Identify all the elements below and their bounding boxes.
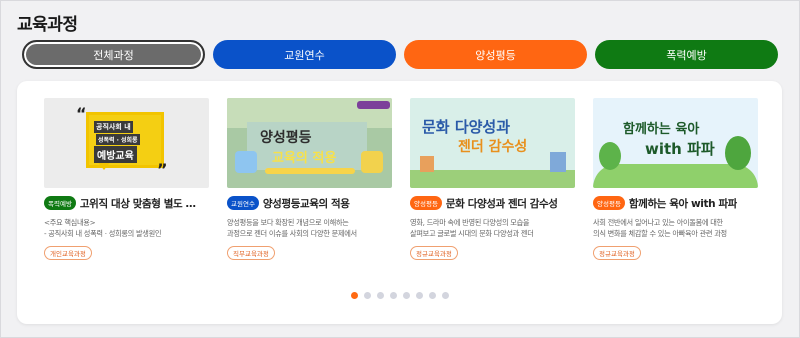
tab-teacher-training[interactable]: 교원연수 xyxy=(213,40,396,69)
desc-line: 양성평등을 보다 확장된 개념으로 이해하는 xyxy=(227,218,349,227)
desc-line: <주요 핵심내용> xyxy=(44,218,96,227)
course-description: 양성평등을 보다 확장된 개념으로 이해하는 과정으로 젠더 이슈를 사회의 다… xyxy=(227,217,392,239)
course-title[interactable]: 문화 다양성과 젠더 감수성 xyxy=(446,196,558,211)
course-thumbnail[interactable]: 문화 다양성과 젠더 감수성 xyxy=(410,98,575,188)
desc-line: 살펴보고 글로벌 시대의 문화 다양성과 젠더 xyxy=(410,229,534,238)
building-icon xyxy=(550,152,566,172)
course-thumbnail[interactable]: 함께하는 육아 with 파파 xyxy=(593,98,758,188)
quote-close-icon: ” xyxy=(157,160,168,179)
pagination-dot[interactable] xyxy=(364,292,371,299)
course-title[interactable]: 고위직 대상 맞춤형 별도 … xyxy=(80,196,196,211)
thumb-text: 성폭력 · 성희롱 xyxy=(96,134,140,145)
pagination-dot[interactable] xyxy=(351,292,358,299)
category-badge: 교원연수 xyxy=(227,196,259,210)
category-badge: 양성평등 xyxy=(593,196,625,210)
thumb-text: 예방교육 xyxy=(94,146,137,163)
course-card[interactable]: “ ” 공직사회 내 성폭력 · 성희롱 예방교육 폭력예방 고위직 대상 맞춤… xyxy=(44,98,209,260)
course-type-tag: 정규교육과정 xyxy=(593,246,641,260)
thumb-label-chip xyxy=(357,101,390,109)
course-type-tag: 개인교육과정 xyxy=(44,246,92,260)
pagination-dot[interactable] xyxy=(377,292,384,299)
course-type-tag: 직무교육과정 xyxy=(227,246,275,260)
tab-all-courses[interactable]: 전체과정 xyxy=(22,40,205,69)
building-icon xyxy=(420,156,434,172)
pagination-dot[interactable] xyxy=(403,292,410,299)
desc-line: - 공직사회 내 성폭력 · 성희롱의 발생원인 xyxy=(44,229,162,238)
course-card[interactable]: 양성평등 교육의 적용 교원연수 양성평등교육의 적용 양성평등을 보다 확장된… xyxy=(227,98,392,260)
course-description: 사회 전반에서 일어나고 있는 아이돌봄에 대한 의식 변화를 체감할 수 있는… xyxy=(593,217,758,239)
course-type-tag: 정규교육과정 xyxy=(410,246,458,260)
course-card[interactable]: 문화 다양성과 젠더 감수성 양성평등 문화 다양성과 젠더 감수성 영화, 드… xyxy=(410,98,575,260)
course-card[interactable]: 함께하는 육아 with 파파 양성평등 함께하는 육아 with 파파 사회 … xyxy=(593,98,758,260)
tree-icon xyxy=(725,136,751,170)
quote-open-icon: “ xyxy=(76,104,87,123)
category-tabs: 전체과정 교원연수 양성평등 폭력예방 xyxy=(22,40,779,70)
pagination-dot[interactable] xyxy=(442,292,449,299)
thumb-text: with 파파 xyxy=(645,140,715,158)
pagination-dot[interactable] xyxy=(416,292,423,299)
course-description: <주요 핵심내용> - 공직사회 내 성폭력 · 성희롱의 발생원인 xyxy=(44,217,209,239)
course-title[interactable]: 양성평등교육의 적용 xyxy=(263,196,350,211)
desc-line: 사회 전반에서 일어나고 있는 아이돌봄에 대한 xyxy=(593,218,723,227)
thumb-text: 함께하는 육아 xyxy=(623,122,700,137)
tab-gender-equality[interactable]: 양성평등 xyxy=(404,40,587,69)
thumb-text: 문화 다양성과 xyxy=(422,118,511,136)
thumb-text: 젠더 감수성 xyxy=(458,139,528,155)
tab-violence-prevention[interactable]: 폭력예방 xyxy=(595,40,778,69)
course-thumbnail[interactable]: 양성평등 교육의 적용 xyxy=(227,98,392,188)
thumb-text: 공직사회 내 xyxy=(94,121,133,133)
thumb-text: 교육의 적용 xyxy=(272,151,337,166)
desc-line: 영화, 드라마 속에 반영된 다양성의 모습을 xyxy=(410,218,530,227)
pagination-dot[interactable] xyxy=(390,292,397,299)
desc-line: 의식 변화를 체감할 수 있는 아빠육아 관련 과정 xyxy=(593,229,727,238)
thumb-text: 양성평등 xyxy=(260,130,312,146)
course-title[interactable]: 함께하는 육아 with 파파 xyxy=(629,196,737,211)
course-thumbnail[interactable]: “ ” 공직사회 내 성폭력 · 성희롱 예방교육 xyxy=(44,98,209,188)
category-badge: 양성평등 xyxy=(410,196,442,210)
tree-icon xyxy=(599,142,621,170)
character-blue-icon xyxy=(235,151,257,173)
section-title: 교육과정 xyxy=(17,15,78,35)
thumb-subtitle-bar xyxy=(265,168,355,174)
carousel-pagination xyxy=(351,292,455,300)
course-description: 영화, 드라마 속에 반영된 다양성의 모습을 살펴보고 글로벌 시대의 문화 … xyxy=(410,217,575,239)
course-carousel: “ ” 공직사회 내 성폭력 · 성희롱 예방교육 폭력예방 고위직 대상 맞춤… xyxy=(17,81,782,324)
character-yellow-icon xyxy=(361,151,383,173)
desc-line: 과정으로 젠더 이슈를 사회의 다양한 문제에서 xyxy=(227,229,357,238)
category-badge: 폭력예방 xyxy=(44,196,76,210)
thumb-ground xyxy=(410,170,575,188)
pagination-dot[interactable] xyxy=(429,292,436,299)
